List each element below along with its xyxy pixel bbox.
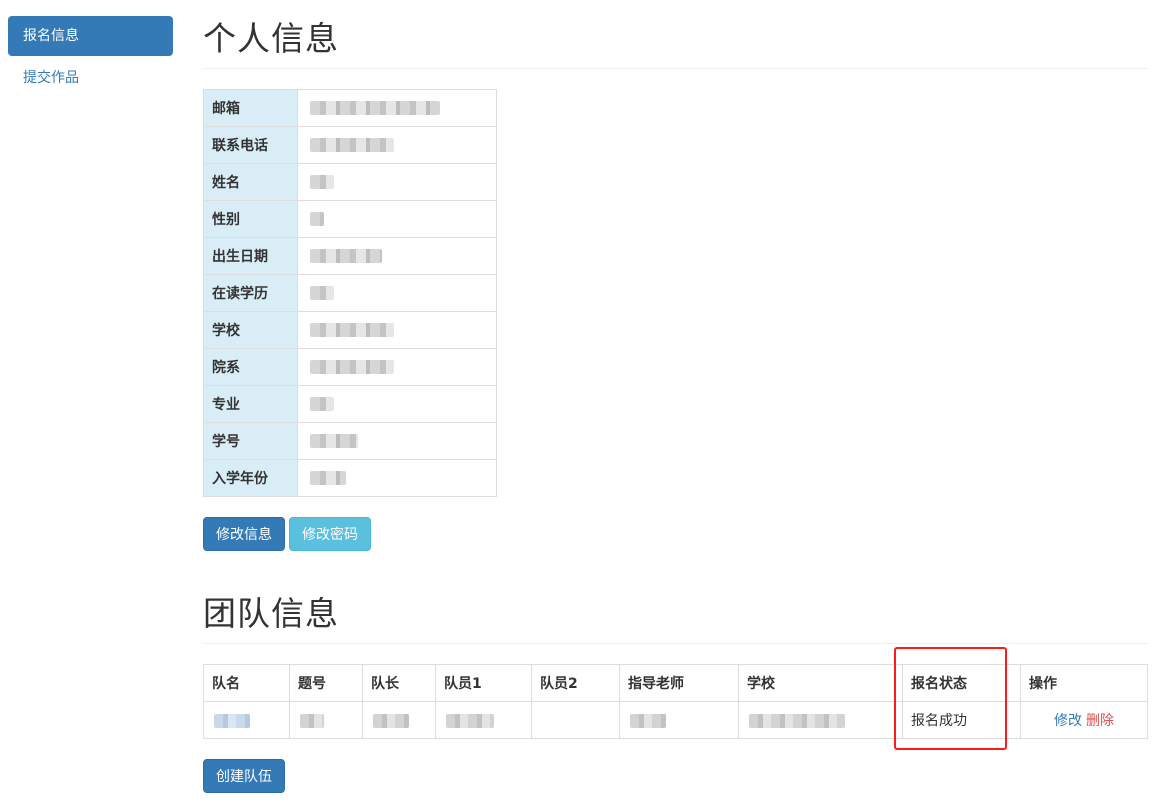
edit-team-link[interactable]: 修改: [1054, 713, 1082, 729]
table-row: 院系: [203, 348, 498, 386]
edit-info-button[interactable]: 修改信息: [203, 517, 285, 551]
field-label: 学校: [203, 311, 298, 349]
column-header: 队长: [362, 664, 436, 702]
table-row: 学号: [203, 422, 498, 460]
field-value-redacted: [296, 385, 498, 423]
column-header: 队员1: [435, 664, 532, 702]
field-value-redacted: [296, 311, 498, 349]
field-label: 姓名: [203, 163, 298, 201]
school-redacted: [738, 701, 903, 739]
column-header: 学校: [738, 664, 903, 702]
table-row: 在读学历: [203, 274, 498, 312]
table-row: 性别: [203, 200, 498, 238]
field-label: 出生日期: [203, 237, 298, 275]
advisor-redacted: [619, 701, 739, 739]
table-row: 姓名: [203, 163, 498, 201]
field-value-redacted: [296, 422, 498, 460]
team-table: 队名 题号 队长 队员1 队员2 指导老师 学校 报名状态 操作 报名成功 修改…: [203, 664, 1148, 739]
personal-info-title: 个人信息: [203, 19, 339, 58]
sidebar-item-submit-work[interactable]: 提交作品: [8, 58, 173, 98]
team-info-title: 团队信息: [203, 594, 339, 633]
column-header: 指导老师: [619, 664, 739, 702]
column-header: 题号: [289, 664, 363, 702]
field-label: 性别: [203, 200, 298, 238]
personal-info-table: 邮箱 联系电话 姓名 性别 出生日期 在读学历 学校 院系 专业 学号 入学年份: [203, 89, 498, 497]
member1-redacted: [435, 701, 532, 739]
column-header: 队员2: [531, 664, 620, 702]
status-cell: 报名成功: [902, 701, 1021, 739]
table-row: 学校: [203, 311, 498, 349]
table-row: 联系电话: [203, 126, 498, 164]
field-value-redacted: [296, 126, 498, 164]
divider: [203, 68, 1148, 69]
field-value-redacted: [296, 89, 498, 127]
table-row: 报名成功 修改 删除: [203, 701, 1148, 739]
field-label: 联系电话: [203, 126, 298, 164]
table-row: 邮箱: [203, 89, 498, 127]
field-value-redacted: [296, 459, 498, 497]
problem-number-redacted: [289, 701, 363, 739]
member2-cell: [531, 701, 620, 739]
field-label: 入学年份: [203, 459, 298, 497]
column-header: 操作: [1020, 664, 1148, 702]
table-row: 专业: [203, 385, 498, 423]
field-label: 邮箱: [203, 89, 298, 127]
delete-team-link[interactable]: 删除: [1086, 713, 1114, 729]
field-value-redacted: [296, 163, 498, 201]
field-value-redacted: [296, 200, 498, 238]
divider: [203, 643, 1148, 644]
team-name-redacted[interactable]: [203, 701, 290, 739]
table-row: 入学年份: [203, 459, 498, 497]
field-value-redacted: [296, 274, 498, 312]
field-label: 在读学历: [203, 274, 298, 312]
create-team-button[interactable]: 创建队伍: [203, 759, 285, 793]
table-header-row: 队名 题号 队长 队员1 队员2 指导老师 学校 报名状态 操作: [203, 664, 1148, 702]
field-value-redacted: [296, 237, 498, 275]
actions-cell: 修改 删除: [1020, 701, 1148, 739]
column-header: 队名: [203, 664, 290, 702]
field-label: 专业: [203, 385, 298, 423]
table-row: 出生日期: [203, 237, 498, 275]
field-value-redacted: [296, 348, 498, 386]
sidebar-item-registration-info[interactable]: 报名信息: [8, 16, 173, 56]
change-password-button[interactable]: 修改密码: [289, 517, 371, 551]
field-label: 学号: [203, 422, 298, 460]
sidebar-nav: 报名信息 提交作品: [8, 16, 173, 100]
column-header: 报名状态: [902, 664, 1021, 702]
captain-redacted: [362, 701, 436, 739]
field-label: 院系: [203, 348, 298, 386]
